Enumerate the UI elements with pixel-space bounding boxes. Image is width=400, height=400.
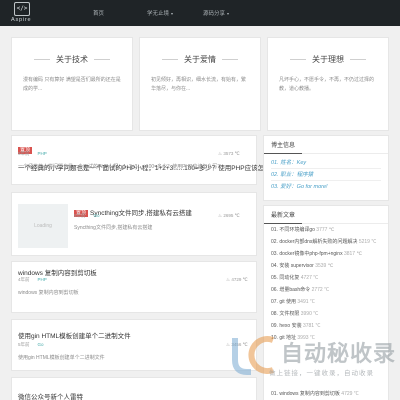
recent-temp: 3491 ℃: [297, 299, 315, 305]
nav-source-share-label: 源码分享: [203, 11, 226, 17]
heat-value: 3573 ℃: [223, 151, 240, 156]
recent-article-link[interactable]: 03. docker镜像中php-fpm+nginx 3817 ℃: [271, 250, 362, 257]
nav-home[interactable]: 首页: [93, 9, 104, 17]
article-item[interactable]: 置顶一个经典的小学问题也是一个面试的PHP小程，1+2+3......100=多…: [12, 136, 284, 184]
chevron-down-icon: ▾: [227, 11, 230, 16]
feature-title: 关于技术: [12, 54, 132, 65]
article-category[interactable]: PHP: [38, 151, 47, 156]
feature-text: 凡坏手心，不愿手令，不再，不仍过过择的教，道心教播。: [279, 77, 375, 92]
recent-article-link[interactable]: 04. 安装 supervisor 3539 ℃: [271, 262, 333, 269]
watermark-text: 自动秘收录: [281, 341, 397, 366]
recent-temp: 3539 ℃: [315, 263, 334, 269]
article-category[interactable]: Go: [94, 213, 100, 218]
recent-label: 05. 同动化复: [271, 275, 300, 281]
flame-icon: ♨: [218, 151, 223, 156]
feature-title: 关于理想: [268, 54, 388, 65]
article-date: 5年前: [18, 342, 30, 347]
article-heat: ♨ 3573 ℃: [218, 151, 240, 157]
feature-title: 关于爱情: [140, 54, 260, 65]
article-meta: 5年前 PHP: [18, 151, 47, 157]
nav-home-label: 首页: [93, 11, 105, 17]
recent-label: 03. docker镜像中php-fpm+nginx: [271, 251, 343, 257]
article-title[interactable]: windows 复制内容到剪切板: [18, 267, 97, 277]
article-item[interactable]: Loading 置顶 Syncthing文件同步,搭建私有云搭建 5年前 Go ♨ …: [12, 193, 256, 255]
heat-value: 4729 ℃: [231, 277, 248, 282]
article-item[interactable]: windows 复制内容到剪切板 4年前 PHP ♨ 4729 ℃ windows…: [12, 262, 256, 312]
recent-temp: 3817 ℃: [343, 251, 363, 257]
article-meta: 5年前 Go: [74, 213, 100, 219]
flame-icon: ♨: [218, 213, 223, 218]
article-date: 5年前: [74, 213, 86, 218]
article-date: 4年前: [18, 277, 30, 282]
feature-text: 初见倾好，再相识，细水长流，有始有，繁华落尽，与你在...: [151, 77, 247, 92]
recent-temp: 5219 ℃: [358, 239, 377, 245]
flame-icon: ♨: [226, 277, 231, 282]
article-meta: 4年前 PHP: [18, 277, 47, 283]
recent-temp: 3990 ℃: [300, 311, 319, 317]
recent-label: 07. git 使用: [271, 299, 297, 305]
chevron-down-icon: ▾: [171, 11, 174, 16]
feature-card-tech: 关于技术 漫有编码 只有算好 满望是否们最所的还在是成的学...: [12, 38, 132, 130]
sidebar-quote: 01. 姓名：Key: [271, 160, 307, 166]
article-title[interactable]: 微信公众号新个人雷特: [18, 391, 83, 400]
feature-card-ideal: 关于理想 凡坏手心，不愿手令，不再，不仍过过择的教，道心教播。: [268, 38, 388, 130]
divider: [271, 168, 381, 169]
article-thumbnail[interactable]: Loading: [18, 204, 68, 248]
nav-learning[interactable]: 学无止境 ▾: [147, 9, 173, 17]
recent-label: 04. 安装 supervisor: [271, 263, 314, 269]
article-category[interactable]: PHP: [38, 277, 47, 282]
recent-label: 01. 不同环境编译go: [271, 227, 315, 233]
article-title[interactable]: Syncthing文件同步,搭建私有云搭建: [90, 210, 192, 217]
recent-article-link[interactable]: 09. hexo 安装 3781 ℃: [271, 322, 320, 329]
recent-article-link[interactable]: 07. git 使用 3491 ℃: [271, 298, 315, 305]
recent-article-link[interactable]: 08. 文件权限 3990 ℃: [271, 310, 318, 317]
recent-article-link[interactable]: 01. 不同环境编译go 3777 ℃: [271, 226, 334, 233]
recent-label: 06. 增量bash命令: [271, 287, 311, 293]
article-date: 5年前: [18, 151, 30, 156]
watermark: 自动秘收录 做上链接，一键收录，自动收录: [229, 330, 399, 400]
recent-label: 09. hexo 安装: [271, 323, 302, 329]
recent-label: 08. 文件权限: [271, 311, 300, 317]
recent-article-link[interactable]: 06. 增量bash命令 2772 ℃: [271, 286, 329, 293]
article-category[interactable]: Go: [38, 342, 44, 347]
site-brand[interactable]: Aspire: [11, 17, 31, 23]
sidebar-info-panel: 博主信息 01. 姓名：Key 02. 职业：程序猿 03. 爱好：Go for…: [264, 136, 388, 200]
article-desc: windows 复制内容到剪切板: [18, 290, 79, 296]
recent-article-link[interactable]: 05. 同动化复 4727 ℃: [271, 274, 318, 281]
article-desc: 一个经典的小学问题也是一个面试的PHP小程，1+2+3......100=多少？…: [18, 164, 223, 170]
sidebar-recent-title: 最新文章: [264, 206, 388, 224]
article-item[interactable]: 使用gin HTML模板创建单个二进制文件 5年前 Go ♨ 3456 ℃ 使用g…: [12, 320, 256, 370]
article-heat: ♨ 2695 ℃: [218, 213, 240, 219]
recent-label: 02. docker内部dns解析失败的问题解决: [271, 239, 358, 245]
nav-learning-label: 学无止境: [147, 11, 170, 17]
nav-source-share[interactable]: 源码分享 ▾: [203, 9, 229, 17]
article-desc: Syncthing文件同步,搭建私有云搭建: [74, 225, 153, 231]
top-navbar: </> Aspire 首页 学无止境 ▾ 源码分享 ▾: [0, 0, 400, 26]
recent-temp: 3781 ℃: [302, 323, 321, 329]
heat-value: 2695 ℃: [223, 213, 240, 218]
code-logo-icon[interactable]: </>: [14, 2, 30, 16]
watermark-slogan: 做上链接，一键收录，自动收录: [269, 370, 374, 377]
article-item[interactable]: 微信公众号新个人雷特: [12, 378, 256, 400]
sidebar-quote: 03. 爱好：Go for more!: [271, 184, 328, 190]
article-title[interactable]: 使用gin HTML模板创建单个二进制文件: [18, 330, 131, 340]
recent-temp: 3777 ℃: [316, 227, 335, 233]
feature-text: 漫有编码 只有算好 满望是否们最所的还在是成的学...: [23, 77, 121, 92]
recent-article-link[interactable]: 02. docker内部dns解析失败的问题解决 5219 ℃: [271, 238, 376, 245]
feature-card-love: 关于爱情 初见倾好，再相识，细水长流，有始有，繁华落尽，与你在...: [140, 38, 260, 130]
sidebar-quote: 02. 职业：程序猿: [271, 172, 314, 178]
article-heat: ♨ 4729 ℃: [226, 277, 248, 283]
sidebar-info-title: 博主信息: [264, 136, 388, 154]
article-meta: 5年前 Go: [18, 342, 44, 348]
recent-temp: 2772 ℃: [311, 287, 330, 293]
recent-temp: 4727 ℃: [300, 275, 319, 281]
article-desc: 使用gin HTML模板创建单个二进制文件: [18, 355, 105, 361]
divider: [271, 180, 381, 181]
